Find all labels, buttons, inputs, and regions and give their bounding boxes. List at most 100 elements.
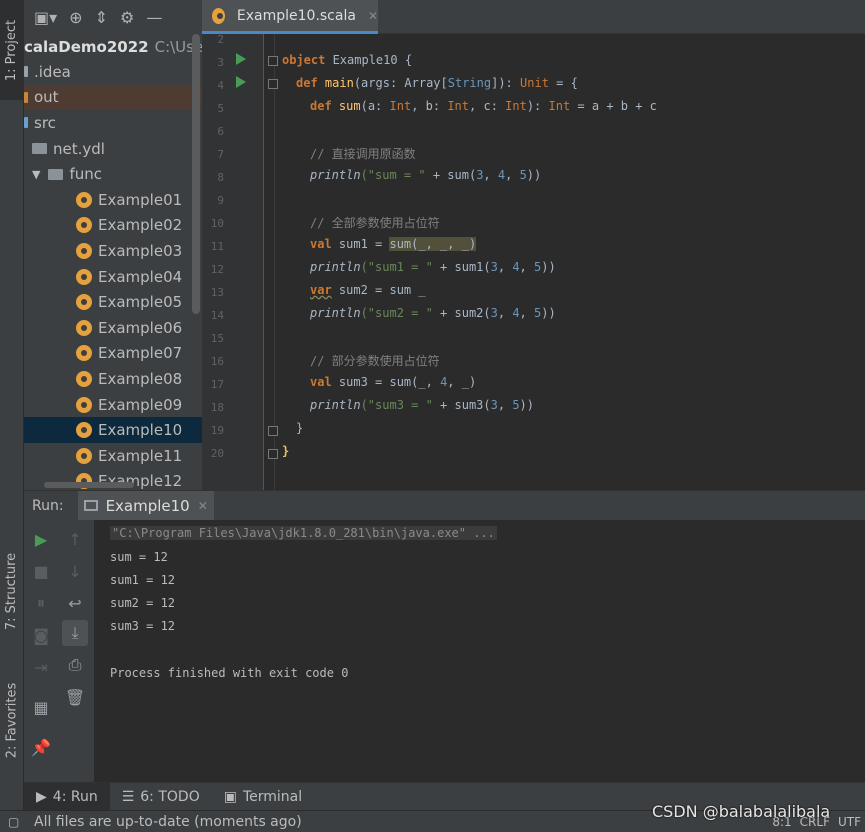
line-number: 18 (210, 401, 224, 414)
tree-item-example04[interactable]: Example04 (24, 264, 202, 290)
code-line-5: def sum(a: Int, b: Int, c: Int): Int = a… (310, 99, 657, 113)
scala-object-icon (76, 345, 92, 362)
structure-tool-tab[interactable]: 7: Structure (0, 548, 24, 634)
tree-item-example03[interactable]: Example03 (24, 238, 202, 264)
indent-guide (274, 34, 275, 490)
tree-item-example01[interactable]: Example01 (24, 187, 202, 213)
run-panel-header: Run: Example10 ✕ (24, 490, 865, 521)
code-line-19: } (296, 421, 304, 435)
pin-icon[interactable]: 📌 (28, 734, 54, 760)
code-line-13: var sum2 = sum _ (310, 283, 426, 297)
tree-item-example06[interactable]: Example06 (24, 315, 202, 341)
pause-icon[interactable]: ⏸ (28, 590, 54, 616)
left-tool-strip: 1: Project 7: Structure 2: Favorites (0, 0, 24, 810)
collapse-icon[interactable]: ⇕ (95, 8, 108, 27)
line-number: 2 (217, 34, 224, 46)
tree-item-example07[interactable]: Example07 (24, 341, 202, 367)
scala-object-icon (76, 294, 92, 311)
code-line-18: println("sum3 = " + sum3(3, 5)) (310, 398, 534, 412)
console-line: Process finished with exit code 0 (110, 666, 349, 680)
trash-icon[interactable]: 🗑 (62, 684, 88, 710)
tree-item-example11[interactable]: Example11 (24, 443, 202, 469)
camera-icon[interactable]: ◙ (28, 622, 54, 648)
close-icon[interactable]: ✕ (368, 9, 378, 23)
tree-item-example02[interactable]: Example02 (24, 213, 202, 239)
console-line: sum3 = 12 (110, 619, 176, 633)
locate-icon[interactable]: ⊕ (69, 8, 82, 27)
run-toolbar: ▶ ↑ ■ ↓ ⏸ ↩ ◙ ⤓ ⇥ ⎙ 🗑 ▦ 📌 (24, 520, 94, 782)
favorites-tool-tab[interactable]: 2: Favorites (0, 670, 24, 770)
code-comment: // 直接调用原函数 (310, 147, 416, 161)
code-line-8: println("sum = " + sum(3, 4, 5)) (310, 168, 542, 182)
line-number: 20 (210, 447, 224, 460)
line-number: 19 (210, 424, 224, 437)
list-icon: ☰ (121, 788, 135, 805)
soft-wrap-icon[interactable]: ↩ (62, 590, 88, 616)
tree-item-example08[interactable]: Example08 (24, 366, 202, 392)
tree-item-func[interactable]: ▼ func (24, 161, 202, 187)
fold-marker[interactable] (268, 449, 278, 459)
minimize-icon[interactable]: — (146, 8, 162, 27)
editor-tab-bar: Example10.scala ✕ (202, 0, 865, 34)
run-tab-example10[interactable]: Example10 ✕ (77, 490, 214, 521)
folder-icon (24, 66, 28, 78)
scala-object-icon (76, 319, 92, 336)
line-number: 4 (217, 79, 224, 92)
tab-example10-scala[interactable]: Example10.scala ✕ (202, 0, 378, 34)
tree-item-out[interactable]: out (24, 84, 202, 111)
line-number: 14 (210, 309, 224, 322)
tree-item-example05[interactable]: Example05 (24, 289, 202, 315)
project-horizontal-scrollbar[interactable] (44, 482, 134, 488)
tree-item-net-ydl[interactable]: net.ydl (24, 136, 202, 162)
tree-item-idea[interactable]: .idea (24, 59, 202, 85)
project-scrollbar[interactable] (192, 34, 200, 314)
folder-icon (24, 91, 28, 103)
scroll-to-end-icon[interactable]: ⤓ (62, 620, 88, 646)
tree-item-example10[interactable]: Example10 (24, 417, 202, 443)
status-message: All files are up-to-date (moments ago) (34, 813, 302, 830)
tab-run[interactable]: ▶ 4: Run (24, 782, 110, 811)
line-number: 11 (210, 240, 224, 253)
console-output[interactable]: "C:\Program Files\Java\jdk1.8.0_281\bin\… (94, 520, 865, 782)
run-gutter-icon[interactable] (236, 76, 246, 88)
project-toolbar: ▣▾ ⊕ ⇕ ⚙ — (24, 0, 202, 34)
line-number: 12 (210, 263, 224, 276)
scala-object-icon (76, 396, 92, 413)
layout-icon[interactable]: ▦ (28, 694, 54, 720)
console-icon (83, 500, 98, 511)
print-icon[interactable]: ⎙ (62, 652, 88, 678)
fold-marker[interactable] (268, 79, 278, 89)
folder-view-icon[interactable]: ▣▾ (34, 8, 57, 27)
fold-marker[interactable] (268, 56, 278, 66)
console-line: sum = 12 (110, 550, 168, 564)
code-comment: // 部分参数使用占位符 (310, 354, 440, 368)
chevron-down-icon[interactable]: ▼ (32, 168, 40, 181)
status-icon[interactable]: ▢ (8, 815, 19, 829)
rerun-icon[interactable]: ▶ (28, 526, 54, 552)
console-line: sum1 = 12 (110, 573, 176, 587)
fold-marker[interactable] (268, 426, 278, 436)
code-editor[interactable]: 2 3 4 5 6 7 8 9 10 11 12 13 14 15 16 17 … (202, 34, 865, 490)
close-icon[interactable]: ✕ (198, 499, 208, 513)
gear-icon[interactable]: ⚙ (120, 8, 134, 27)
line-number: 6 (217, 125, 224, 138)
run-gutter-icon[interactable] (236, 53, 246, 65)
exit-icon[interactable]: ⇥ (28, 654, 54, 680)
console-line: sum2 = 12 (110, 596, 176, 610)
terminal-icon: ▣ (223, 788, 237, 805)
file-encoding[interactable]: UTF (838, 815, 861, 829)
tree-item-src[interactable]: src (24, 110, 202, 136)
line-number: 9 (217, 194, 224, 207)
arrow-down-icon[interactable]: ↓ (62, 558, 88, 584)
tree-item-example09[interactable]: Example09 (24, 392, 202, 418)
project-tool-tab[interactable]: 1: Project (0, 0, 24, 100)
run-label: Run: (32, 497, 64, 514)
scala-object-icon (76, 447, 92, 464)
stop-icon[interactable]: ■ (28, 558, 54, 584)
scala-object-icon (76, 268, 92, 285)
tab-todo[interactable]: ☰ 6: TODO (110, 783, 212, 811)
scala-object-icon (76, 191, 92, 208)
arrow-up-icon[interactable]: ↑ (62, 526, 88, 552)
line-number: 5 (217, 102, 224, 115)
tab-terminal[interactable]: ▣ Terminal (212, 783, 314, 811)
